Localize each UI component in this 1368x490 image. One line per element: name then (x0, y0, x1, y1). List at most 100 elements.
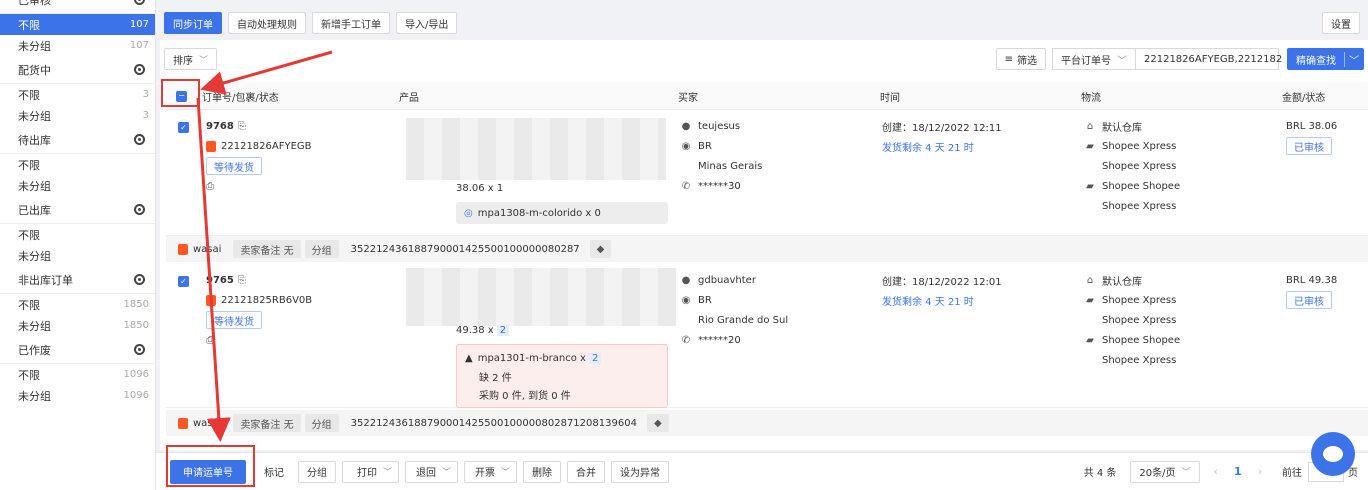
sidebar-group: 非出库订单 (0, 266, 155, 294)
return-dropdown[interactable]: 退回 ﹀ (405, 460, 459, 483)
sidebar-item-count: 1850 (123, 299, 149, 310)
sidebar-item-label: 不限 (18, 18, 40, 32)
col-time: 时间 (880, 92, 900, 104)
buyer-country: BR (698, 294, 712, 306)
gear-icon[interactable] (136, 0, 143, 3)
sidebar-item[interactable]: 不限 1096 (0, 364, 155, 385)
delete-button[interactable]: 删除 (523, 460, 562, 483)
shop-name: wasai (193, 417, 222, 429)
group-chip[interactable]: 分组 (304, 414, 339, 432)
logistics-line: Shopee Xpress (1102, 160, 1177, 172)
row-checkbox[interactable]: ✓ (178, 122, 189, 133)
logistics-line: Shopee Xpress (1102, 140, 1177, 152)
current-page[interactable]: 1 (1234, 465, 1242, 478)
globe-icon: ◉ (681, 294, 691, 306)
sidebar-item-count: 1096 (123, 390, 149, 401)
gear-icon[interactable] (136, 66, 143, 73)
warning-icon: ▲ (465, 352, 473, 364)
sidebar-item-count: 3 (142, 89, 149, 100)
sidebar-item-count: 107 (129, 19, 149, 30)
sidebar-item[interactable]: 未分组 1850 (0, 315, 155, 336)
prev-page-icon[interactable]: ‹ (1214, 465, 1218, 478)
top-toolbar: 同步订单 自动处理规则 新增手工订单 导入/导出 设置 (164, 8, 1360, 38)
sidebar-group: 待出库 (0, 126, 155, 154)
shopee-icon (178, 417, 188, 429)
sidebar-item-label: 未分组 (18, 179, 51, 193)
new-manual-order-button[interactable]: 新增手工订单 (312, 12, 390, 34)
settings-button[interactable]: 设置 (1322, 12, 1360, 34)
print-dropdown[interactable]: 打印 ﹀ (342, 460, 400, 483)
home-icon: ⌂ (1086, 120, 1094, 132)
copy-icon[interactable]: ⎘ (238, 275, 246, 286)
search-field-select[interactable]: 平台订单号 ﹀ (1052, 48, 1135, 70)
chat-support-button[interactable] (1311, 432, 1355, 476)
shortage-text: 缺 2 件 (479, 372, 512, 384)
col-product: 产品 (399, 92, 419, 104)
annotation-box-apply-waybill (166, 445, 255, 487)
copy-icon[interactable]: ⎘ (238, 121, 246, 132)
set-abnormal-button[interactable]: 设为异常 (611, 460, 670, 483)
buyer-country: BR (698, 140, 712, 152)
ship-remaining: 发货剩余 4 天 21 时 (882, 142, 974, 154)
orders-panel: 排序 ﹀ ≡ 筛选 平台订单号 ﹀ 22121826AFYEGB,2212182 精确… (160, 40, 1368, 450)
sidebar-item[interactable]: 未分组 3 (0, 105, 155, 126)
annotation-box-select-all (161, 79, 200, 107)
sku-warning: ▲ mpa1301-m-branco x2 缺 2 件 采购 0 件, 到货 0 … (456, 344, 668, 408)
filter-button[interactable]: ≡ 筛选 (995, 48, 1046, 70)
invoice-dropdown[interactable]: 开票 ﹀ (464, 460, 518, 483)
total-count: 共 4 条 (1083, 468, 1117, 479)
auto-rules-button[interactable]: 自动处理规则 (228, 12, 306, 34)
gear-icon[interactable] (136, 136, 143, 143)
blurred-product-image (406, 268, 676, 326)
sidebar-item[interactable]: 不限 1850 (0, 294, 155, 315)
gear-icon[interactable] (136, 206, 143, 213)
sidebar-item-label: 未分组 (18, 389, 51, 403)
status-sidebar: 已审核 不限 107 未分组 107 配货中 不限 3 未分组 3 待出库 不限 未分组 已出库 不限 未分组… (0, 0, 156, 490)
tag-icon[interactable]: ◆ (589, 240, 612, 258)
order-amount: BRL 38.06 (1286, 120, 1338, 132)
group-button[interactable]: 分组 (298, 460, 336, 483)
blurred-product-image (406, 118, 666, 180)
sidebar-item[interactable]: 不限 3 (0, 84, 155, 105)
row-checkbox[interactable]: ✓ (178, 276, 189, 287)
merge-button[interactable]: 合并 (567, 460, 606, 483)
sidebar-item[interactable]: 未分组 (0, 175, 155, 196)
print-icon[interactable]: ⎙ (206, 181, 214, 192)
group-chip[interactable]: 分组 (304, 240, 339, 258)
order-id: 9768 (206, 120, 234, 132)
gear-icon[interactable] (136, 276, 143, 283)
import-export-button[interactable]: 导入/导出 (396, 12, 458, 34)
sidebar-item-count: 1096 (123, 369, 149, 380)
buyer-phone: ******30 (698, 180, 741, 192)
sidebar-item[interactable]: 不限 107 (0, 14, 155, 35)
print-icon[interactable]: ⎙ (206, 335, 214, 346)
sidebar-group: 已审核 (0, 0, 155, 14)
tag-icon[interactable]: ◆ (646, 414, 669, 432)
created-time: 创建：18/12/2022 12:01 (882, 276, 1002, 288)
sidebar-item[interactable]: 未分组 (0, 245, 155, 266)
check-circle-icon: ◎ (464, 207, 473, 219)
sync-orders-button[interactable]: 同步订单 (164, 12, 222, 34)
truck-icon: ▰ (1086, 294, 1094, 306)
gear-icon[interactable] (136, 346, 143, 353)
sku-line: ◎ mpa1308-m-colorido x 0 (456, 202, 668, 224)
sidebar-item-label: 未分组 (18, 109, 51, 123)
sidebar-item[interactable]: 未分组 107 (0, 35, 155, 56)
next-page-icon[interactable]: › (1258, 465, 1262, 478)
package-number: 3522124361887900014255001000008028712081… (350, 417, 637, 429)
sidebar-item[interactable]: 不限 (0, 154, 155, 175)
sidebar-item-count: 1850 (123, 320, 149, 331)
seller-note[interactable]: 卖家备注 无 (233, 240, 301, 258)
order-id: 9765 (206, 274, 234, 286)
sidebar-item[interactable]: 未分组 1096 (0, 385, 155, 406)
page-size-select[interactable]: 20条/页 ﹀ (1130, 460, 1200, 483)
search-input[interactable]: 22121826AFYEGB,2212182 (1135, 48, 1282, 70)
shopee-icon (178, 243, 188, 255)
exact-search-button[interactable]: 精确查找 ﹀ (1287, 48, 1364, 70)
package-number: 352212436188790001425500100000080287 (350, 243, 580, 255)
seller-note[interactable]: 卖家备注 无 (233, 414, 301, 432)
sort-dropdown[interactable]: 排序 ﹀ (164, 48, 218, 70)
sidebar-item[interactable]: 不限 (0, 224, 155, 245)
mark-button[interactable]: 标记 (256, 460, 292, 483)
truck-icon: ▰ (1086, 180, 1094, 192)
